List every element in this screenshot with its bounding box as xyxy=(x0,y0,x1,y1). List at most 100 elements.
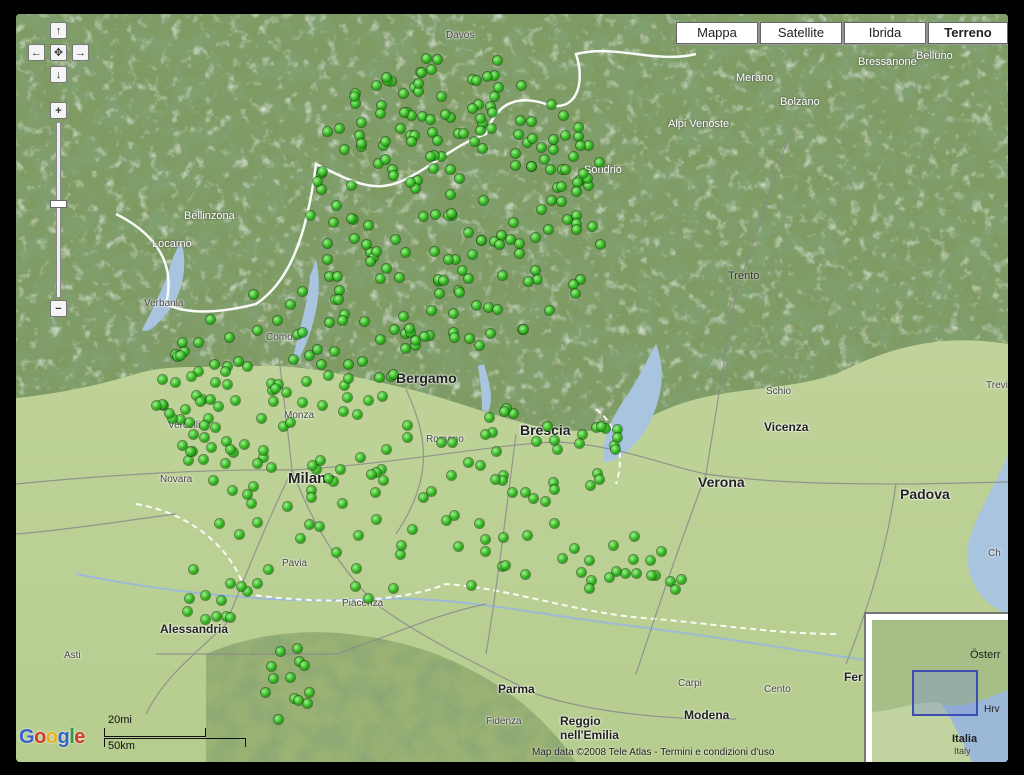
map-marker[interactable] xyxy=(449,309,458,318)
map-marker[interactable] xyxy=(475,519,484,528)
map-marker[interactable] xyxy=(403,433,412,442)
map-marker[interactable] xyxy=(414,79,423,88)
map-marker[interactable] xyxy=(201,615,210,624)
map-marker[interactable] xyxy=(448,438,457,447)
map-marker[interactable] xyxy=(557,197,566,206)
map-marker[interactable] xyxy=(395,273,404,282)
map-marker[interactable] xyxy=(364,396,373,405)
map-marker[interactable] xyxy=(574,132,583,141)
map-marker[interactable] xyxy=(207,443,216,452)
overview-map[interactable]: Österr Italia Italy Hrv xyxy=(864,612,1008,762)
map-marker[interactable] xyxy=(491,475,500,484)
map-marker[interactable] xyxy=(316,456,325,465)
map-marker[interactable] xyxy=(586,481,595,490)
map-marker[interactable] xyxy=(647,571,656,580)
map-marker[interactable] xyxy=(185,418,194,427)
map-marker[interactable] xyxy=(315,522,324,531)
map-marker[interactable] xyxy=(317,360,326,369)
map-marker[interactable] xyxy=(494,83,503,92)
map-marker[interactable] xyxy=(235,530,244,539)
map-type-terrain-button[interactable]: Terreno xyxy=(928,22,1008,44)
map-marker[interactable] xyxy=(446,165,455,174)
map-marker[interactable] xyxy=(364,221,373,230)
map-marker[interactable] xyxy=(300,661,309,670)
map-marker[interactable] xyxy=(578,430,587,439)
map-marker[interactable] xyxy=(324,474,333,483)
map-marker[interactable] xyxy=(302,377,311,386)
map-marker[interactable] xyxy=(483,72,492,81)
map-marker[interactable] xyxy=(286,300,295,309)
map-marker[interactable] xyxy=(547,196,556,205)
map-marker[interactable] xyxy=(515,249,524,258)
map-marker[interactable] xyxy=(234,357,243,366)
map-marker[interactable] xyxy=(372,81,381,90)
map-marker[interactable] xyxy=(472,301,481,310)
map-marker[interactable] xyxy=(336,465,345,474)
map-marker[interactable] xyxy=(189,565,198,574)
map-marker[interactable] xyxy=(357,139,366,148)
map-marker[interactable] xyxy=(356,453,365,462)
map-marker[interactable] xyxy=(441,110,450,119)
map-marker[interactable] xyxy=(382,264,391,273)
map-marker[interactable] xyxy=(579,169,588,178)
map-marker[interactable] xyxy=(563,215,572,224)
map-marker[interactable] xyxy=(595,158,604,167)
map-marker[interactable] xyxy=(303,699,312,708)
map-marker[interactable] xyxy=(574,123,583,132)
map-marker[interactable] xyxy=(420,332,429,341)
map-marker[interactable] xyxy=(339,407,348,416)
map-marker[interactable] xyxy=(430,247,439,256)
map-marker[interactable] xyxy=(200,421,209,430)
map-marker[interactable] xyxy=(351,582,360,591)
map-marker[interactable] xyxy=(411,336,420,345)
map-type-satellite-button[interactable]: Satellite xyxy=(760,22,842,44)
map-marker[interactable] xyxy=(559,111,568,120)
map-marker[interactable] xyxy=(499,533,508,542)
map-marker[interactable] xyxy=(152,401,161,410)
map-marker[interactable] xyxy=(269,674,278,683)
map-marker[interactable] xyxy=(488,108,497,117)
map-marker[interactable] xyxy=(501,561,510,570)
map-marker[interactable] xyxy=(546,165,555,174)
map-marker[interactable] xyxy=(307,493,316,502)
map-marker[interactable] xyxy=(347,214,356,223)
overview-map-view[interactable]: Österr Italia Italy Hrv xyxy=(872,620,1008,762)
map-marker[interactable] xyxy=(524,277,533,286)
map-marker[interactable] xyxy=(481,547,490,556)
map-marker[interactable] xyxy=(511,149,520,158)
map-marker[interactable] xyxy=(459,129,468,138)
map-marker[interactable] xyxy=(344,374,353,383)
map-marker[interactable] xyxy=(313,345,322,354)
terrain-layer[interactable] xyxy=(16,14,1008,762)
map-marker[interactable] xyxy=(584,141,593,150)
map-marker[interactable] xyxy=(435,289,444,298)
map-marker[interactable] xyxy=(257,414,266,423)
map-marker[interactable] xyxy=(211,423,220,432)
map-marker[interactable] xyxy=(249,290,258,299)
map-marker[interactable] xyxy=(298,287,307,296)
map-marker[interactable] xyxy=(176,351,185,360)
map-marker[interactable] xyxy=(286,673,295,682)
map-marker[interactable] xyxy=(481,430,490,439)
map-marker[interactable] xyxy=(317,185,326,194)
map-marker[interactable] xyxy=(493,305,502,314)
map-marker[interactable] xyxy=(419,212,428,221)
map-marker[interactable] xyxy=(283,502,292,511)
map-marker[interactable] xyxy=(575,439,584,448)
map-marker[interactable] xyxy=(165,409,174,418)
map-marker[interactable] xyxy=(347,181,356,190)
map-marker[interactable] xyxy=(352,564,361,573)
map-marker[interactable] xyxy=(465,334,474,343)
map-marker[interactable] xyxy=(458,266,467,275)
map-marker[interactable] xyxy=(487,124,496,133)
map-marker[interactable] xyxy=(332,548,341,557)
map-marker[interactable] xyxy=(196,397,205,406)
map-marker[interactable] xyxy=(585,556,594,565)
map-marker[interactable] xyxy=(253,518,262,527)
map-marker[interactable] xyxy=(476,461,485,470)
pan-right-button[interactable]: → xyxy=(72,44,89,61)
zoom-in-button[interactable]: + xyxy=(50,102,67,119)
map-marker[interactable] xyxy=(313,177,322,186)
map-marker[interactable] xyxy=(397,541,406,550)
map-marker[interactable] xyxy=(543,422,552,431)
